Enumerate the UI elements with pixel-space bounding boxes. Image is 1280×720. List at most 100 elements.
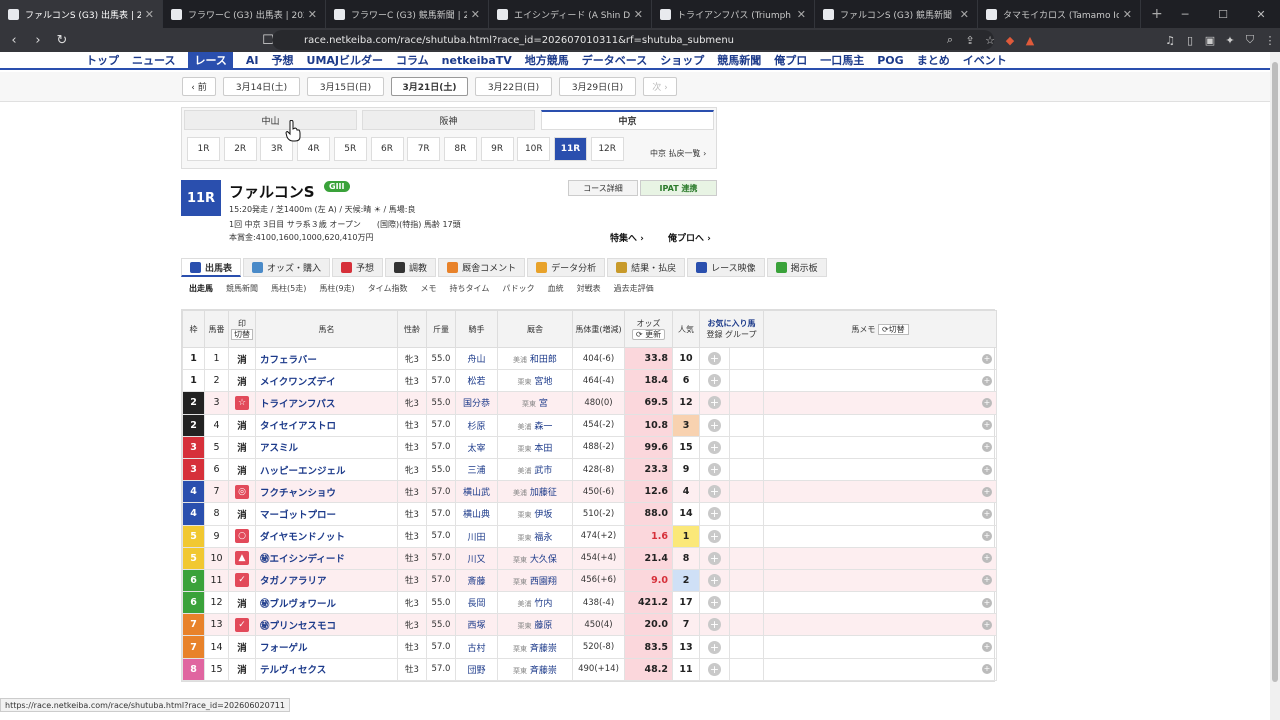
horse-name-link[interactable]: フクチャンショウ xyxy=(255,480,398,504)
fav-register-cell[interactable]: + xyxy=(699,657,730,681)
memo-add-icon[interactable]: + xyxy=(982,508,993,519)
memo-cell[interactable]: + xyxy=(763,657,998,681)
trainer-cell[interactable]: 栗東 斉藤崇 xyxy=(497,635,573,659)
memo-add-icon[interactable]: + xyxy=(982,375,993,386)
add-favorite-icon[interactable]: + xyxy=(708,418,721,432)
mark-cell[interactable]: 消 xyxy=(228,346,256,371)
memo-add-icon[interactable]: + xyxy=(982,464,993,475)
fav-register-cell[interactable]: + xyxy=(699,546,730,570)
reload-icon[interactable]: ↻ xyxy=(52,33,72,48)
date-button[interactable]: 3月22日(日) xyxy=(475,77,552,96)
nav-item[interactable]: コラム xyxy=(396,52,429,68)
jockey-link[interactable]: 川田 xyxy=(455,524,498,548)
add-favorite-icon[interactable]: + xyxy=(708,596,721,610)
memo-cell[interactable]: + xyxy=(763,435,998,459)
add-favorite-icon[interactable]: + xyxy=(708,507,721,521)
horse-name-link[interactable]: タイセイアストロ xyxy=(255,413,398,437)
memo-add-icon[interactable]: + xyxy=(982,420,993,431)
col-mark[interactable]: 印切替 xyxy=(228,310,256,348)
feature-link[interactable]: 特集へ › xyxy=(610,231,644,244)
memo-cell[interactable]: + xyxy=(763,502,998,526)
next-date-button[interactable]: 次 › xyxy=(643,77,677,96)
fav-register-cell[interactable]: + xyxy=(699,369,730,393)
sublink[interactable]: 馬柱(9走) xyxy=(319,283,354,294)
mark-cell[interactable]: ☆ xyxy=(228,391,256,415)
memo-add-icon[interactable]: + xyxy=(982,397,993,408)
fav-register-cell[interactable]: + xyxy=(699,480,730,504)
horse-name-link[interactable]: ㊙ブルヴォワール xyxy=(255,591,398,615)
subtab[interactable]: レース映像 xyxy=(687,258,765,277)
round-button[interactable]: 4R xyxy=(297,137,331,161)
round-button[interactable]: 1R xyxy=(187,137,220,161)
star-icon[interactable]: ☆ xyxy=(980,34,1000,47)
mark-cell[interactable]: ▲ xyxy=(228,546,256,570)
ipat-link-button[interactable]: IPAT 連携 xyxy=(640,180,717,196)
memo-add-icon[interactable]: + xyxy=(982,442,993,453)
trainer-cell[interactable]: 美浦 和田郎 xyxy=(497,346,573,371)
browser-tab[interactable]: ファルコンS (G3) 出馬表 | 2026年3 ✕ xyxy=(0,0,163,28)
trainer-link[interactable]: 宮 xyxy=(539,399,548,409)
subtab[interactable]: 厩舎コメント xyxy=(438,258,526,277)
memo-cell[interactable]: + xyxy=(763,591,998,615)
trainer-link[interactable]: 宮地 xyxy=(534,377,552,387)
jockey-link[interactable]: 舟山 xyxy=(455,346,498,371)
add-favorite-icon[interactable]: + xyxy=(708,463,721,477)
trainer-link[interactable]: 伊坂 xyxy=(534,510,552,520)
minimize-icon[interactable]: ─ xyxy=(1166,0,1204,28)
sublink[interactable]: 血統 xyxy=(548,283,564,294)
add-favorite-icon[interactable]: + xyxy=(708,662,721,676)
memo-add-icon[interactable]: + xyxy=(982,664,993,675)
round-button[interactable]: 7R xyxy=(407,137,441,161)
nav-item[interactable]: トップ xyxy=(86,52,119,68)
memo-cell[interactable]: + xyxy=(763,457,998,482)
memo-add-icon[interactable]: + xyxy=(982,531,993,542)
mark-cell[interactable]: 消 xyxy=(228,657,256,681)
trainer-cell[interactable]: 美浦 竹内 xyxy=(497,591,573,615)
horse-name-link[interactable]: アスミル xyxy=(255,435,398,459)
jockey-link[interactable]: 川又 xyxy=(455,546,498,570)
extension-icon[interactable]: ◆ xyxy=(1000,34,1020,47)
horse-name-link[interactable]: マーゴットプロー xyxy=(255,502,398,526)
tab-venue-nakayama[interactable]: 中山 xyxy=(184,110,357,130)
nav-item[interactable]: POG xyxy=(877,54,903,67)
horse-name-link[interactable]: メイクワンズデイ xyxy=(255,369,398,393)
tab-venue-hanshin[interactable]: 阪神 xyxy=(362,110,535,130)
horse-name-link[interactable]: トライアンフパス xyxy=(255,391,398,415)
new-tab-icon[interactable]: + xyxy=(1151,6,1163,22)
warning-icon[interactable]: ▲ xyxy=(1020,34,1040,47)
orepro-link[interactable]: 俺プロへ › xyxy=(668,231,711,244)
memo-cell[interactable]: + xyxy=(763,546,998,570)
add-favorite-icon[interactable]: + xyxy=(708,396,721,410)
trainer-link[interactable]: 大久保 xyxy=(530,555,557,565)
jockey-link[interactable]: 三浦 xyxy=(455,457,498,482)
subtab[interactable]: データ分析 xyxy=(527,258,606,277)
trainer-link[interactable]: 斉藤崇 xyxy=(530,644,557,654)
jockey-link[interactable]: 国分恭 xyxy=(455,391,498,415)
round-button[interactable]: 5R xyxy=(333,137,367,161)
date-button-selected[interactable]: 3月21日(土) xyxy=(391,77,468,96)
fav-register-cell[interactable]: + xyxy=(699,568,730,593)
maximize-icon[interactable]: ☐ xyxy=(1204,0,1242,28)
subtab[interactable]: 予想 xyxy=(332,258,384,277)
mark-cell[interactable]: 消 xyxy=(228,413,256,437)
table-row[interactable]: 5 9 ○ ダイヤモンドノット 牡3 57.0 川田 栗東 福永 474(+2) 1.6 1 + + xyxy=(182,524,998,548)
fav-register-cell[interactable]: + xyxy=(699,435,730,459)
trainer-cell[interactable]: 美浦 加藤征 xyxy=(497,480,573,504)
nav-item[interactable]: イベント xyxy=(963,52,1007,68)
trainer-cell[interactable]: 栗東 伊坂 xyxy=(497,502,573,526)
browser-tab[interactable]: トライアンフパス (Triumph Pass) | 競走 ✕ xyxy=(652,0,815,28)
mark-cell[interactable]: ✓ xyxy=(228,613,256,637)
tab-close-icon[interactable]: ✕ xyxy=(1123,8,1132,21)
nav-item[interactable]: データベース xyxy=(582,52,647,68)
horse-name-link[interactable]: ㊙エイシンディード xyxy=(255,546,398,570)
horse-name-link[interactable]: ㊙プリンセスモコ xyxy=(255,613,398,637)
trainer-link[interactable]: 福永 xyxy=(534,533,552,543)
round-button[interactable]: 9R xyxy=(480,137,514,161)
zoom-icon[interactable]: ⌕ xyxy=(940,33,960,47)
round-button[interactable]: 2R xyxy=(223,137,257,161)
memo-add-icon[interactable]: + xyxy=(982,619,993,630)
browser-tab[interactable]: ファルコンS (G3) 競馬新聞 | 2026年3月 ✕ xyxy=(815,0,978,28)
col-uma[interactable]: 馬番 xyxy=(204,310,229,348)
memo-cell[interactable]: + xyxy=(763,480,998,504)
add-favorite-icon[interactable]: + xyxy=(708,485,721,499)
